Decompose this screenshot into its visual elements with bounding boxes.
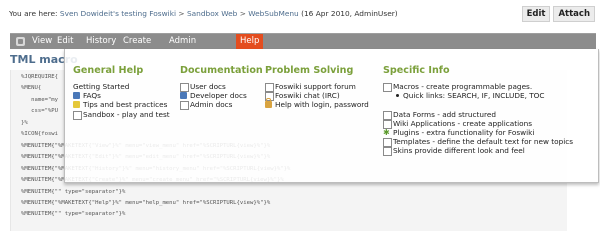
document-icon <box>180 101 189 111</box>
menu-link-getting-started[interactable]: Getting Started <box>73 82 170 91</box>
menu-admin[interactable]: Admin <box>165 34 200 49</box>
code-line: }% <box>21 119 28 126</box>
problem-solving-heading: Problem Solving <box>265 65 354 76</box>
menu-link-skins[interactable]: Skins provide different look and feel <box>383 146 573 157</box>
breadcrumb: You are here: Sven Dowideit's testing Fo… <box>9 9 398 18</box>
documentation-column: Documentation User docs Developer docs A… <box>180 65 263 111</box>
breadcrumb-web-link[interactable]: Sandbox Web <box>187 9 237 18</box>
code-line: %JQREQUIRE{ <box>21 74 59 80</box>
menu-link-login-help[interactable]: Help with login, password <box>265 98 369 110</box>
menu-create[interactable]: Create <box>119 34 155 49</box>
menu-link-label: Data Forms - add structured <box>393 109 496 119</box>
general-help-column: General Help Getting Started FAQs Tips a… <box>73 65 170 120</box>
document-icon <box>383 147 392 157</box>
menu-link-label: Sandbox - play and test <box>83 109 170 119</box>
foswiki-logo-icon[interactable] <box>16 37 25 46</box>
lightbulb-icon <box>73 101 80 109</box>
document-icon <box>73 110 82 120</box>
specific-info-heading: Specific Info <box>383 65 450 76</box>
menu-view[interactable]: View <box>28 34 56 49</box>
menu-link-label: Admin docs <box>190 100 233 110</box>
menu-link-label: Skins provide different look and feel <box>393 146 525 156</box>
menu-link-templates[interactable]: Templates - define the default text for … <box>383 137 574 148</box>
menu-link-user-docs[interactable]: User docs <box>180 82 263 92</box>
menu-link-faqs[interactable]: FAQs <box>73 91 170 100</box>
menu-link-developer-docs[interactable]: Developer docs <box>180 91 263 100</box>
menu-link-tips[interactable]: Tips and best practices <box>73 100 170 109</box>
code-line: name="my <box>21 96 59 103</box>
breadcrumb-separator: > <box>176 9 187 18</box>
topic-actions: Edit Attach <box>521 6 595 22</box>
menu-link-irc-chat[interactable]: Foswiki chat (IRC) <box>265 91 369 102</box>
breadcrumb-separator: > <box>237 9 249 18</box>
lock-icon <box>265 98 272 109</box>
breadcrumb-revision-info: (16 Apr 2010, AdminUser) <box>298 9 398 18</box>
menu-link-label: Developer docs <box>190 91 247 101</box>
main-menubar: View Edit History Create Admin Help <box>10 33 596 49</box>
menu-link-label: Foswiki chat (IRC) <box>275 91 340 101</box>
menu-link-label: Wiki Applications - create applications <box>393 118 533 128</box>
quick-links-item[interactable]: Quick links: SEARCH, IF, INCLUDE, TOC <box>383 91 573 100</box>
menu-link-label: Foswiki support forum <box>275 82 356 91</box>
menu-link-label: Templates - define the default text for … <box>393 137 574 147</box>
menu-link-sandbox[interactable]: Sandbox - play and test <box>73 109 170 120</box>
menu-link-support-forum[interactable]: Foswiki support forum <box>265 82 369 92</box>
menu-link-data-forms[interactable]: Data Forms - add structured <box>383 109 573 120</box>
spacer <box>383 100 573 109</box>
code-line: %MENU{ <box>21 85 42 92</box>
documentation-heading: Documentation <box>180 65 263 76</box>
menu-link-label: User docs <box>190 82 226 91</box>
menu-link-admin-docs[interactable]: Admin docs <box>180 100 263 111</box>
help-dropdown-menu: General Help Getting Started FAQs Tips a… <box>64 49 599 183</box>
developer-docs-icon <box>180 92 187 100</box>
menu-link-label: Macros - create programmable pages. <box>393 82 533 91</box>
breadcrumb-home-link[interactable]: Sven Dowideit's testing Foswiki <box>60 9 176 18</box>
specific-info-column: Specific Info Macros - create programmab… <box>383 65 574 157</box>
menu-link-label: Plugins - extra functionality for Foswik… <box>393 127 535 137</box>
problem-solving-column: Problem Solving Foswiki support forum Fo… <box>265 65 369 110</box>
faq-icon <box>73 92 80 100</box>
breadcrumb-topic-link[interactable]: WebSubMenu <box>248 9 298 18</box>
code-line: %MENUITEM{"" type="separator"}% <box>21 188 126 195</box>
menu-link-label: FAQs <box>83 91 101 101</box>
code-line: %MENUITEM{"" type="separator"}% <box>21 211 126 218</box>
menu-edit[interactable]: Edit <box>53 34 77 49</box>
menu-link-label: Help with login, password <box>275 100 369 110</box>
plugin-icon: ✱ <box>383 127 390 137</box>
menu-link-wiki-applications[interactable]: Wiki Applications - create applications <box>383 118 573 129</box>
menu-help[interactable]: Help <box>236 34 264 49</box>
breadcrumb-prefix: You are here: <box>9 9 60 18</box>
menu-link-macros[interactable]: Macros - create programmable pages. <box>383 82 573 92</box>
edit-button[interactable]: Edit <box>521 6 551 22</box>
menu-history[interactable]: History <box>82 34 120 49</box>
general-help-heading: General Help <box>73 65 144 76</box>
attach-button[interactable]: Attach <box>553 6 595 22</box>
code-line: css="%PU <box>21 108 59 115</box>
code-line: %MENUITEM{"%MAKETEXT{"Help"}%" menu="hel… <box>21 199 271 206</box>
menu-link-plugins[interactable]: ✱ Plugins - extra functionality for Foswi… <box>383 128 573 137</box>
code-line: %ICON{foswi <box>21 131 59 138</box>
menu-link-label: Tips and best practices <box>83 100 168 110</box>
